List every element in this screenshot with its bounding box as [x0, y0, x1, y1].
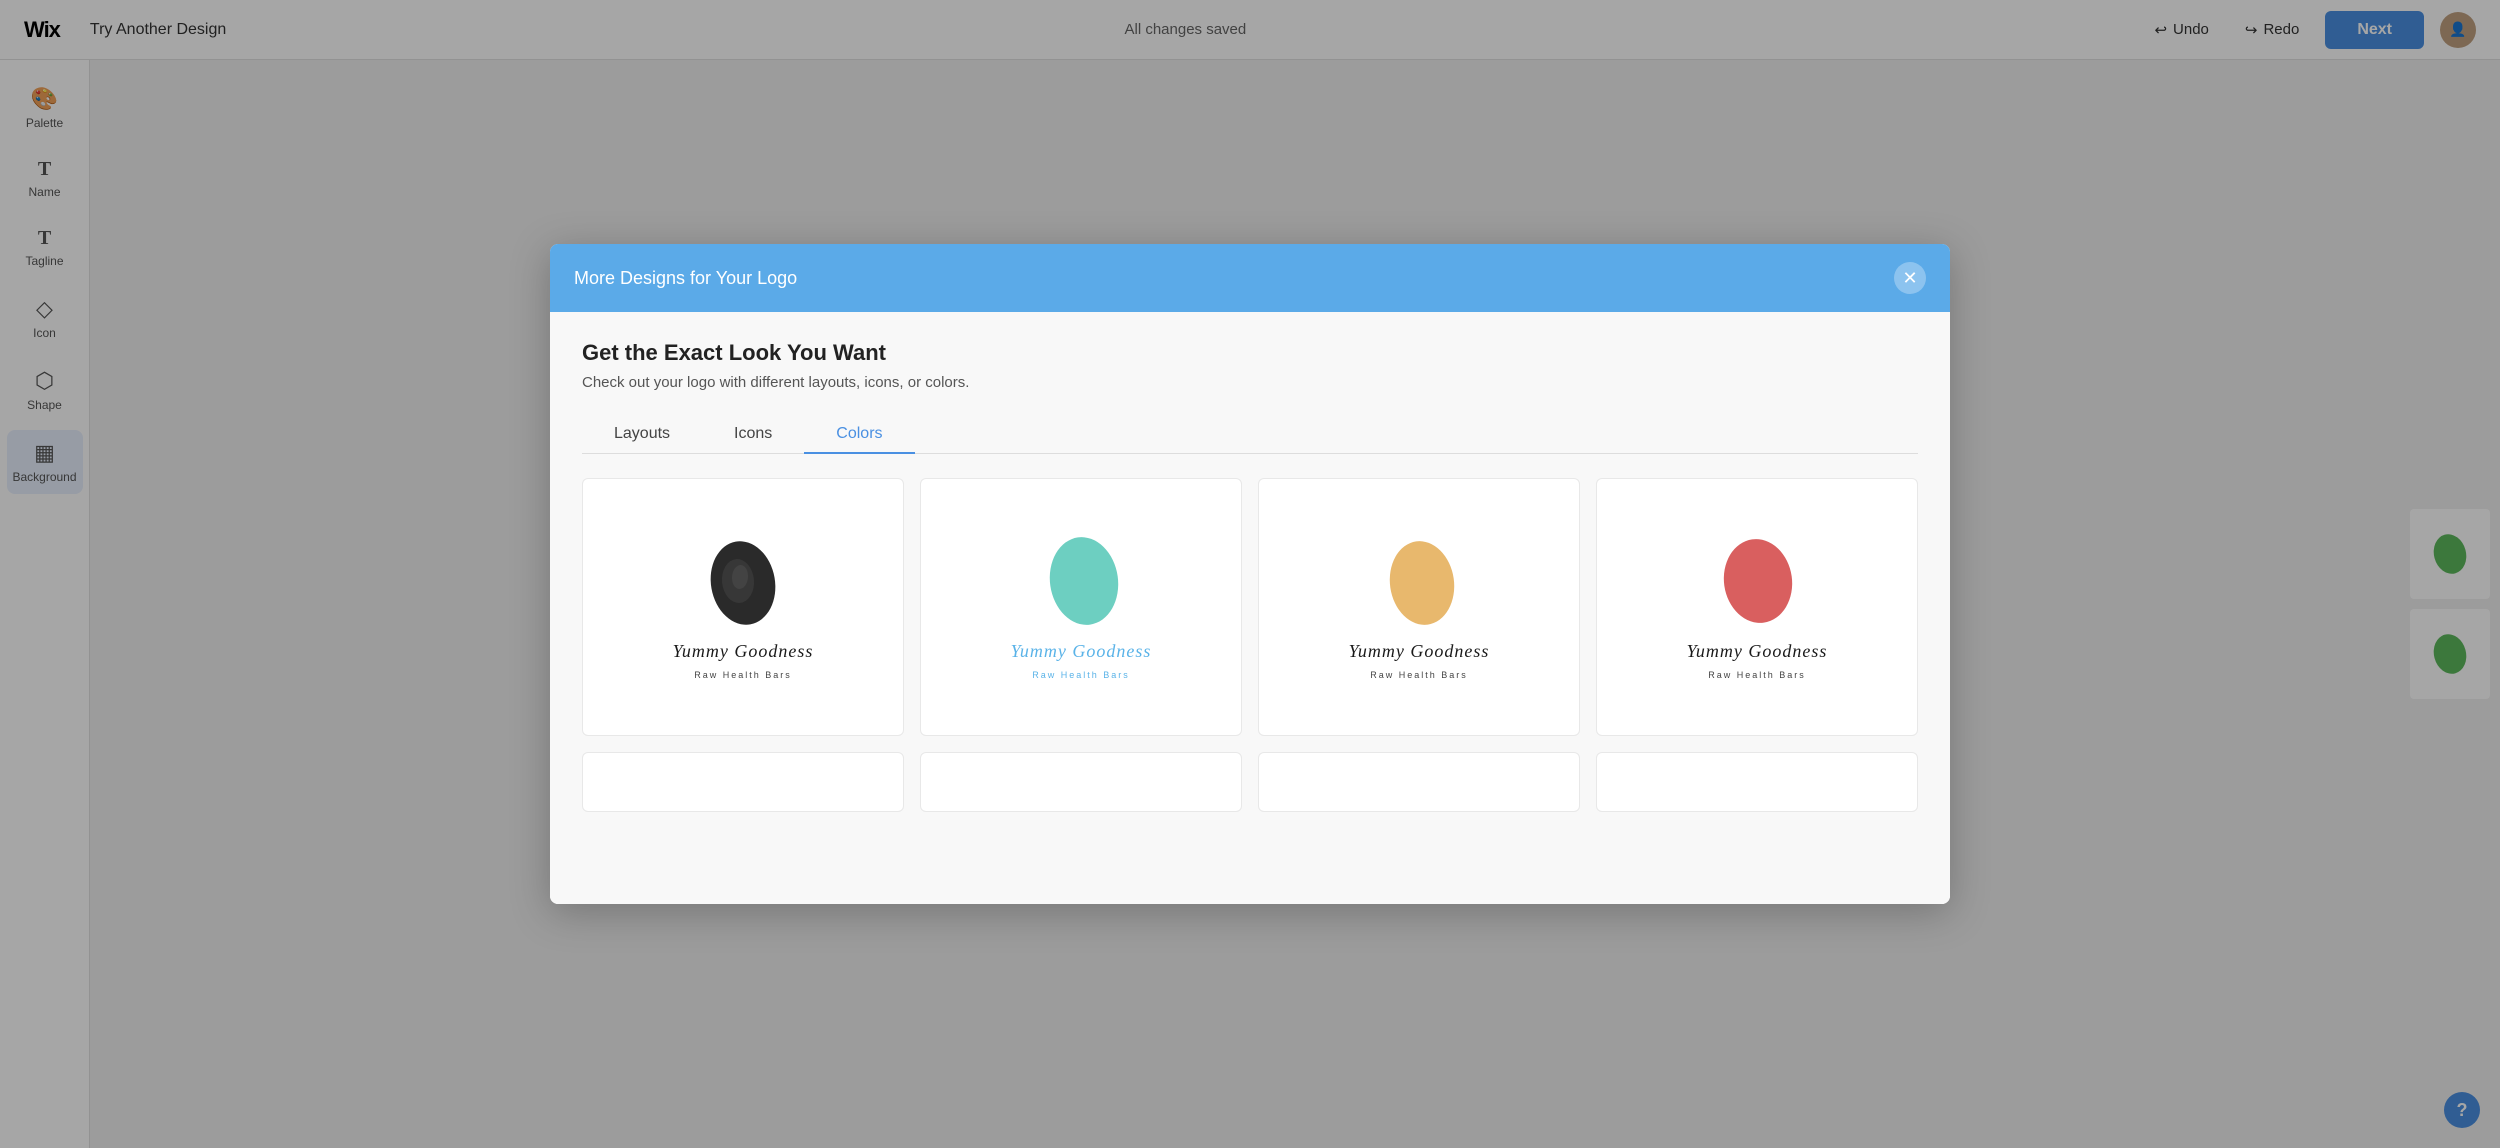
logo-text-main-red: Yummy Goodness: [1687, 641, 1828, 662]
logo-shape-yellow: [1374, 533, 1464, 633]
logo-card-red[interactable]: Yummy Goodness Raw Health Bars: [1596, 478, 1918, 736]
logo-card-dark-inner: Yummy Goodness Raw Health Bars: [583, 513, 903, 700]
logo-grid: Yummy Goodness Raw Health Bars Yummy Goo…: [582, 478, 1918, 880]
logo-card-7[interactable]: [1258, 752, 1580, 812]
logo-card-teal[interactable]: Yummy Goodness Raw Health Bars: [920, 478, 1242, 736]
logo-shape-red: [1712, 533, 1802, 633]
logo-card-red-inner: Yummy Goodness Raw Health Bars: [1597, 513, 1917, 700]
modal-overlay: More Designs for Your Logo ✕ Get the Exa…: [0, 0, 2500, 1148]
logo-card-6[interactable]: [920, 752, 1242, 812]
logo-text-sub-teal: Raw Health Bars: [1032, 670, 1130, 680]
logo-card-yellow[interactable]: Yummy Goodness Raw Health Bars: [1258, 478, 1580, 736]
modal-close-button[interactable]: ✕: [1894, 262, 1926, 294]
logo-text-sub-red: Raw Health Bars: [1708, 670, 1806, 680]
modal-heading: Get the Exact Look You Want: [582, 340, 1918, 366]
tab-colors[interactable]: Colors: [804, 415, 914, 453]
modal-header: More Designs for Your Logo ✕: [550, 244, 1950, 312]
logo-text-main-yellow: Yummy Goodness: [1349, 641, 1490, 662]
logo-text-main-dark: Yummy Goodness: [673, 641, 814, 662]
tab-layouts[interactable]: Layouts: [582, 415, 702, 453]
logo-card-yellow-inner: Yummy Goodness Raw Health Bars: [1259, 513, 1579, 700]
modal-body: Get the Exact Look You Want Check out yo…: [550, 312, 1950, 904]
modal-subheading: Check out your logo with different layou…: [582, 374, 1918, 391]
modal-title: More Designs for Your Logo: [574, 268, 797, 289]
logo-card-dark[interactable]: Yummy Goodness Raw Health Bars: [582, 478, 904, 736]
logo-card-5[interactable]: [582, 752, 904, 812]
logo-card-teal-inner: Yummy Goodness Raw Health Bars: [921, 513, 1241, 700]
logo-shape-dark: [698, 533, 788, 633]
logo-shape-teal: [1036, 533, 1126, 633]
logo-text-sub-yellow: Raw Health Bars: [1370, 670, 1468, 680]
modal-dialog: More Designs for Your Logo ✕ Get the Exa…: [550, 244, 1950, 904]
tab-bar: Layouts Icons Colors: [582, 415, 1918, 454]
logo-text-main-teal: Yummy Goodness: [1011, 641, 1152, 662]
logo-text-sub-dark: Raw Health Bars: [694, 670, 792, 680]
tab-icons[interactable]: Icons: [702, 415, 804, 453]
logo-card-8[interactable]: [1596, 752, 1918, 812]
